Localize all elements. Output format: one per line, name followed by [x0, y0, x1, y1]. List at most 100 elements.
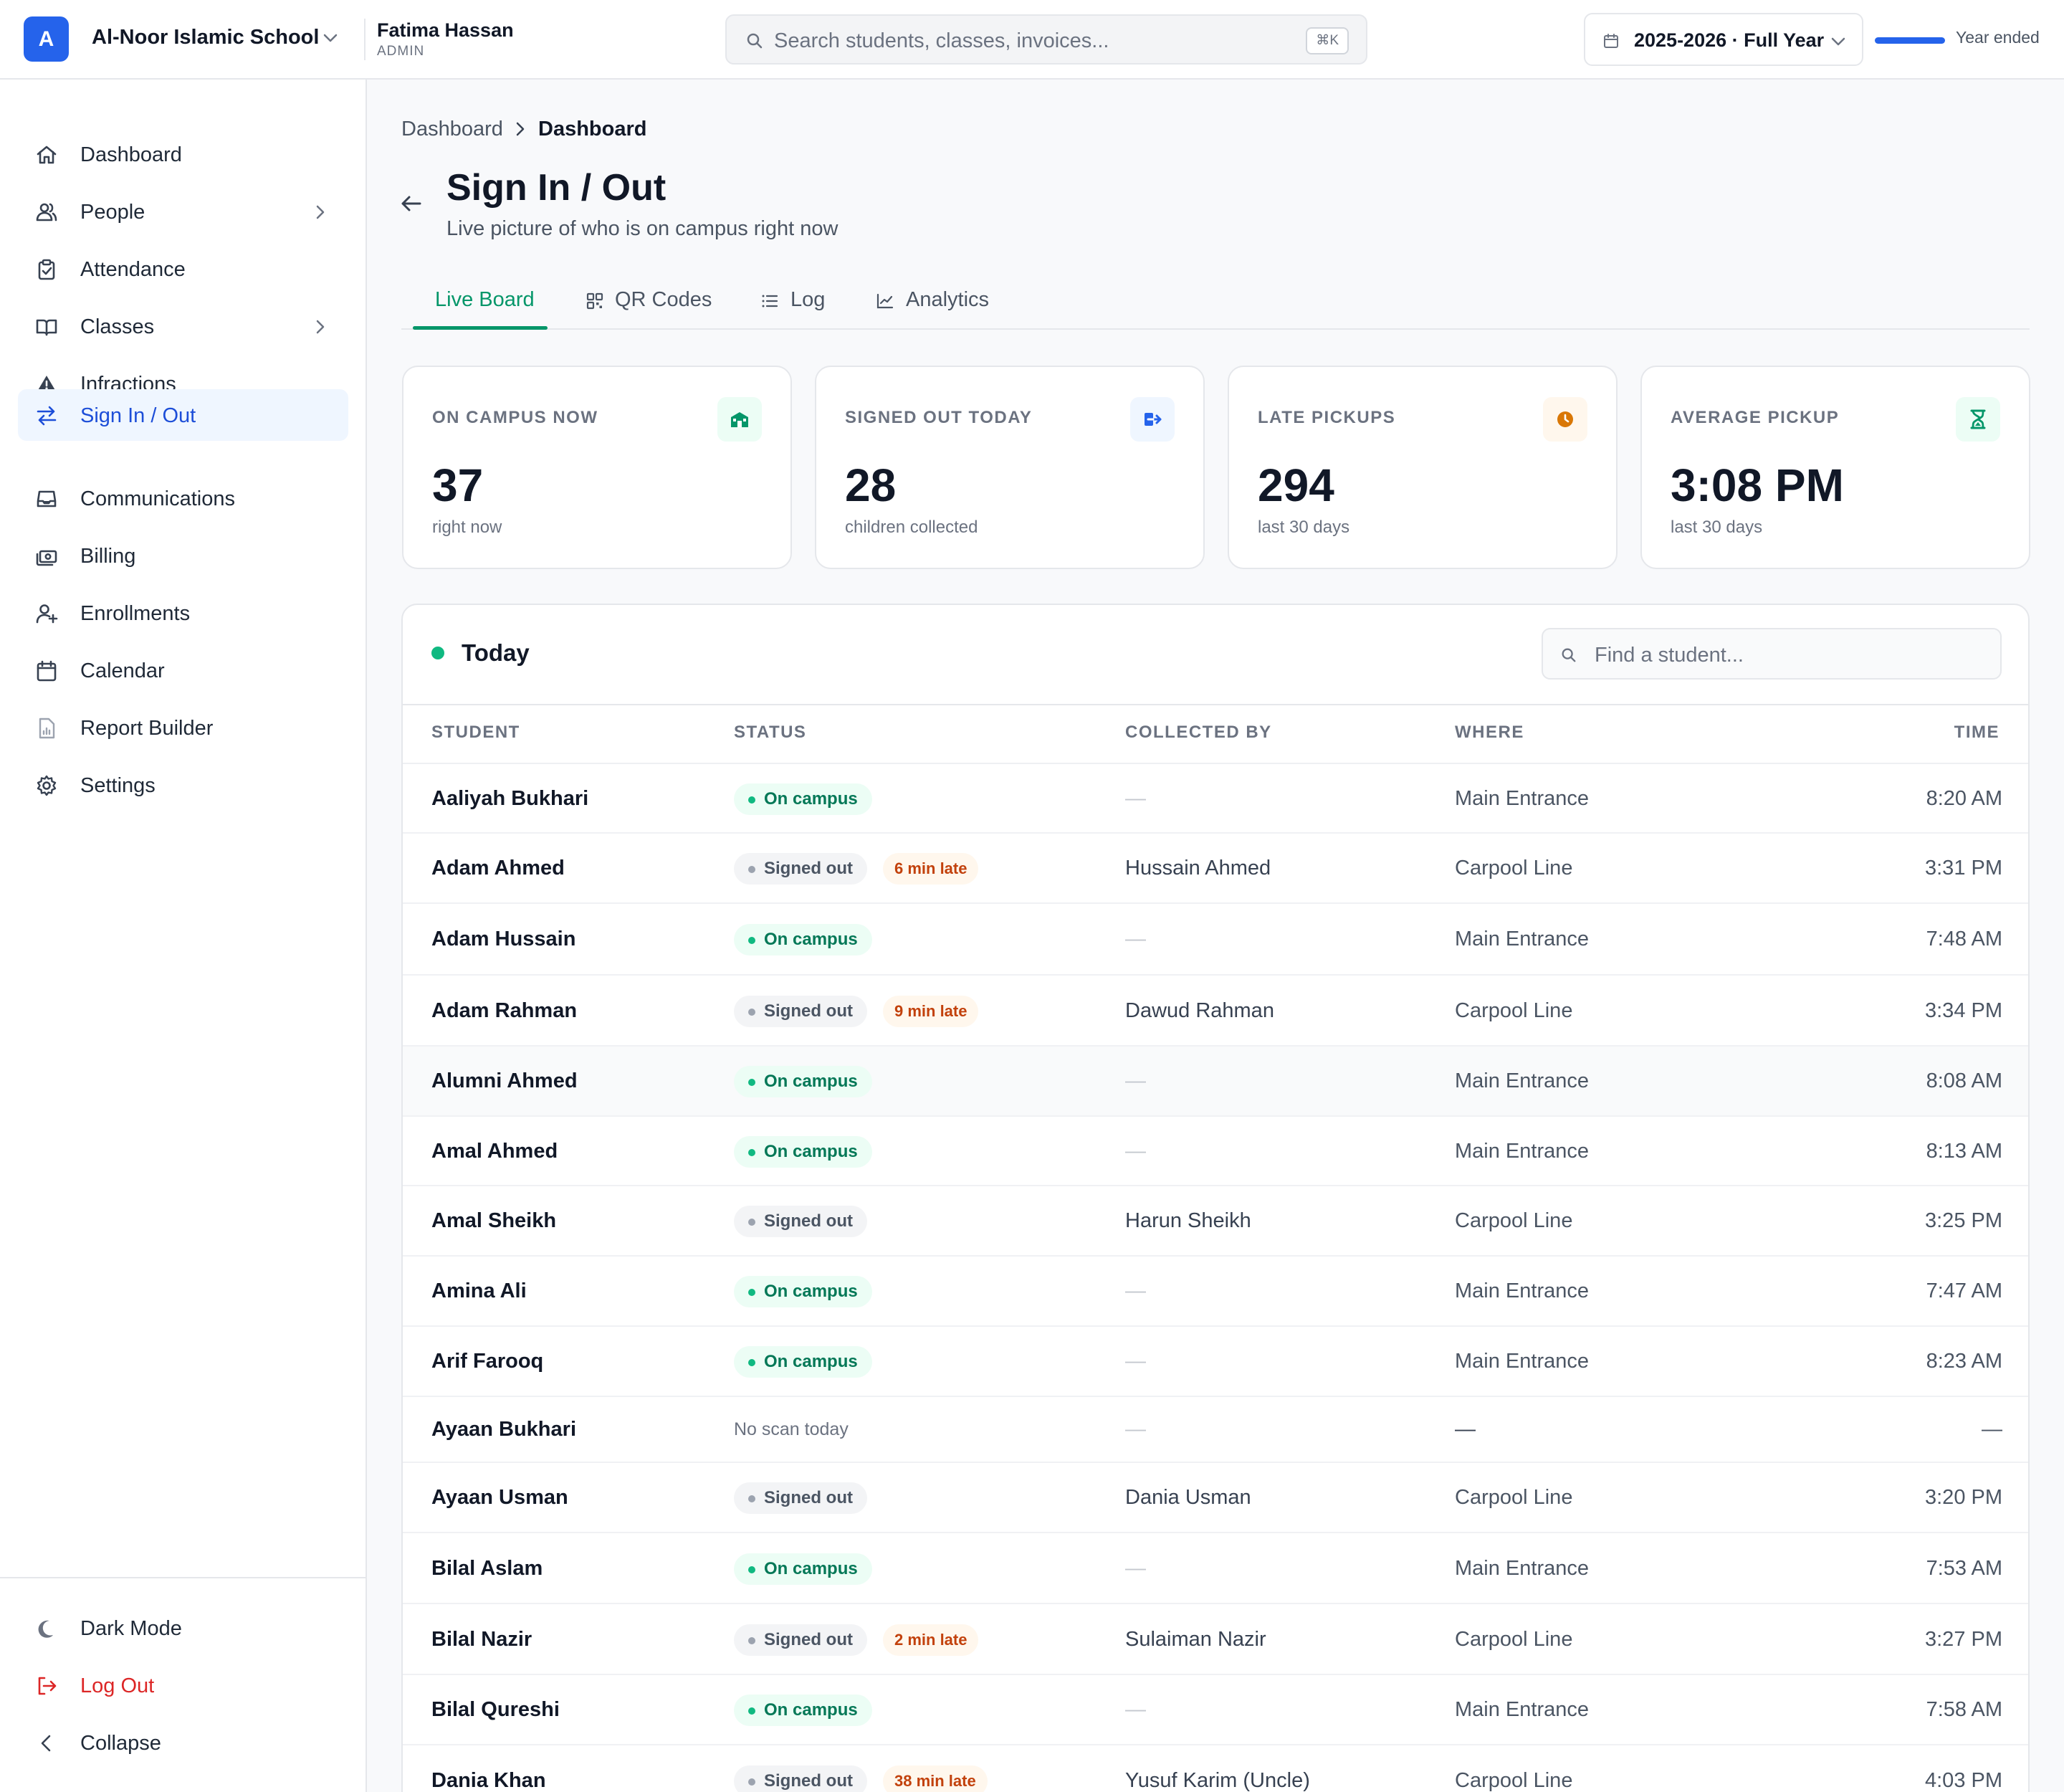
- scan-time: 8:23 AM: [1926, 1350, 2002, 1373]
- table-row[interactable]: Aaliyah Bukhari On campus — Main Entrance 8:…: [403, 764, 2028, 834]
- table-row[interactable]: Adam Hussain On campus — Main Entrance 7:48 …: [403, 904, 2028, 976]
- collapse-label: Collapse: [80, 1732, 161, 1755]
- chevron-right-icon: [315, 319, 325, 335]
- sign-out-icon: [1130, 397, 1175, 442]
- student-name[interactable]: Amina Ali: [431, 1279, 527, 1303]
- status-badge: Signed out: [734, 1482, 867, 1514]
- table-row[interactable]: Arif Farooq On campus — Main Entrance 8:23 A…: [403, 1327, 2028, 1397]
- stat-sub: last 30 days: [1671, 518, 1763, 537]
- sidebar-item-settings[interactable]: Settings: [18, 759, 348, 811]
- sidebar-item-attendance[interactable]: Attendance: [18, 243, 348, 295]
- late-badge: 2 min late: [883, 1624, 979, 1656]
- school-logo[interactable]: A: [24, 16, 69, 62]
- student-name[interactable]: Adam Ahmed: [431, 857, 565, 880]
- page-subtitle: Live picture of who is on campus right n…: [446, 217, 838, 240]
- status-badge: On campus: [734, 1066, 872, 1097]
- table-row[interactable]: Ayaan Bukhari No scan today — — —: [403, 1397, 2028, 1463]
- column-header-student[interactable]: STUDENT: [431, 723, 520, 743]
- column-header-time[interactable]: TIME: [1954, 723, 2000, 743]
- chevron-down-icon[interactable]: [322, 33, 338, 43]
- student-name[interactable]: Ayaan Usman: [431, 1486, 568, 1510]
- table-row[interactable]: Amina Ali On campus — Main Entrance 7:47 AM: [403, 1257, 2028, 1327]
- column-header-status[interactable]: STATUS: [734, 723, 806, 743]
- sidebar-item-people[interactable]: People: [18, 186, 348, 237]
- table-row[interactable]: Bilal Qureshi On campus — Main Entrance 7:58…: [403, 1675, 2028, 1745]
- find-student-search[interactable]: Find a student...: [1542, 628, 2002, 680]
- collected-by: —: [1125, 1557, 1146, 1580]
- student-name[interactable]: Ayaan Bukhari: [431, 1418, 576, 1441]
- school-year-selector[interactable]: 2025-2026 · Full Year: [1584, 13, 1863, 66]
- status-badge: Signed out: [734, 1624, 867, 1656]
- stat-sub: last 30 days: [1258, 518, 1350, 537]
- user-name[interactable]: Fatima Hassan: [377, 19, 514, 42]
- collected-by: —: [1125, 928, 1146, 950]
- table-row[interactable]: Amal Sheikh Signed out Harun Sheikh Carpool…: [403, 1186, 2028, 1257]
- table-row[interactable]: Adam Rahman Signed out 9 min late Dawud Rah…: [403, 976, 2028, 1047]
- sidebar-divider: [0, 1577, 366, 1578]
- user-role: ADMIN: [377, 44, 425, 59]
- dark-mode-toggle[interactable]: Dark Mode: [18, 1602, 348, 1654]
- table-row[interactable]: Adam Ahmed Signed out 6 min late Hussain Ah…: [403, 834, 2028, 904]
- sidebar-item-classes[interactable]: Classes: [18, 300, 348, 352]
- table-row[interactable]: Bilal Aslam On campus — Main Entrance 7:53 A…: [403, 1533, 2028, 1604]
- student-name[interactable]: Arif Farooq: [431, 1350, 543, 1373]
- status-badge: On campus: [734, 1276, 872, 1307]
- chart-icon: [876, 292, 894, 310]
- sidebar-item-calendar[interactable]: Calendar: [18, 644, 348, 696]
- global-search[interactable]: Search students, classes, invoices... ⌘K: [725, 14, 1367, 65]
- qr-icon: [586, 292, 603, 310]
- student-name[interactable]: Alumni Ahmed: [431, 1069, 578, 1093]
- back-arrow-icon[interactable]: [398, 191, 424, 216]
- student-name[interactable]: Bilal Aslam: [431, 1557, 543, 1581]
- sidebar-item-label: Enrollments: [80, 602, 191, 625]
- scan-time: 7:58 AM: [1926, 1698, 2002, 1721]
- student-name[interactable]: Adam Rahman: [431, 999, 577, 1023]
- table-row[interactable]: Alumni Ahmed On campus — Main Entrance 8:08 …: [403, 1047, 2028, 1117]
- collected-by: Hussain Ahmed: [1125, 857, 1271, 880]
- find-student-input[interactable]: Find a student...: [1595, 644, 1744, 667]
- status-badge: On campus: [734, 1553, 872, 1585]
- tab-label: QR Codes: [615, 288, 712, 311]
- school-switcher[interactable]: Al-Noor Islamic School: [92, 26, 319, 49]
- sidebar-item-billing[interactable]: Billing: [18, 530, 348, 581]
- sidebar-item-label: Classes: [80, 315, 155, 338]
- collected-by: Sulaiman Nazir: [1125, 1628, 1266, 1651]
- late-badge: 9 min late: [883, 996, 979, 1027]
- student-name[interactable]: Amal Ahmed: [431, 1140, 558, 1163]
- collapse-sidebar-button[interactable]: Collapse: [18, 1717, 348, 1768]
- log-out-button[interactable]: Log Out: [18, 1659, 348, 1711]
- student-name[interactable]: Amal Sheikh: [431, 1209, 556, 1233]
- scan-time: 3:25 PM: [1925, 1209, 2002, 1232]
- student-name[interactable]: Bilal Qureshi: [431, 1698, 560, 1722]
- search-input[interactable]: Search students, classes, invoices...: [774, 29, 1109, 53]
- scan-time: 3:34 PM: [1925, 999, 2002, 1022]
- sidebar-item-sign-in-out[interactable]: Sign In / Out: [18, 389, 348, 441]
- table-row[interactable]: Bilal Nazir Signed out 2 min late Sulaiman …: [403, 1604, 2028, 1675]
- table-row[interactable]: Ayaan Usman Signed out Dania Usman Carpool …: [403, 1463, 2028, 1533]
- sidebar-item-label: Settings: [80, 774, 156, 797]
- sidebar-item-dashboard[interactable]: Dashboard: [18, 128, 348, 180]
- log-out-label: Log Out: [80, 1674, 155, 1697]
- table-row[interactable]: Dania Khan Signed out 38 min late Yusuf Kar…: [403, 1745, 2028, 1792]
- user-plus-icon: [35, 602, 58, 625]
- scan-time: —: [1982, 1418, 2002, 1441]
- table-row[interactable]: Amal Ahmed On campus — Main Entrance 8:13 AM: [403, 1117, 2028, 1186]
- collected-by: —: [1125, 1418, 1146, 1441]
- student-name[interactable]: Bilal Nazir: [431, 1628, 532, 1652]
- student-name[interactable]: Adam Hussain: [431, 928, 575, 951]
- collected-by: Dawud Rahman: [1125, 999, 1274, 1022]
- breadcrumb-link[interactable]: Dashboard: [401, 118, 503, 141]
- status-badge: On campus: [734, 1346, 872, 1378]
- sidebar-item-label: Calendar: [80, 659, 165, 682]
- sidebar-item-report-builder[interactable]: Report Builder: [18, 702, 348, 753]
- student-name[interactable]: Dania Khan: [431, 1769, 546, 1792]
- sidebar-item-communications[interactable]: Communications: [18, 472, 348, 524]
- sidebar-item-enrollments[interactable]: Enrollments: [18, 587, 348, 639]
- status-badge: On campus: [734, 924, 872, 955]
- location: Main Entrance: [1455, 1279, 1589, 1302]
- stat-label: ON CAMPUS NOW: [432, 408, 598, 427]
- student-name[interactable]: Aaliyah Bukhari: [431, 787, 588, 811]
- column-header-collected-by[interactable]: COLLECTED BY: [1125, 723, 1272, 743]
- column-header-where[interactable]: WHERE: [1455, 723, 1524, 743]
- chevron-left-icon: [35, 1732, 58, 1755]
